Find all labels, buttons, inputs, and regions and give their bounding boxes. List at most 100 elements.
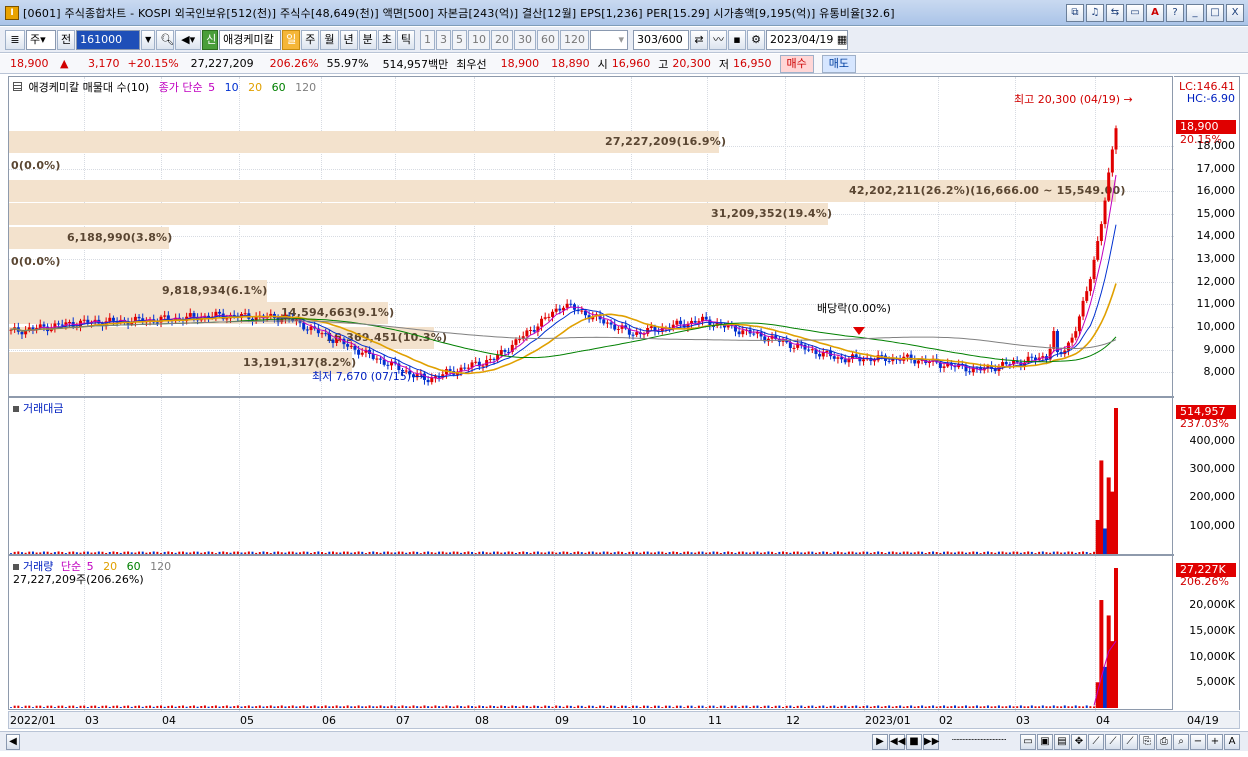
best-label: 최우선 [456, 57, 487, 71]
sell-button[interactable]: 매도 [821, 54, 857, 73]
chart-scrollbar[interactable]: ◀ ▶ ◀◀ ■ ▶▶ ┈┈┈┈┈┈┈┈┈ ▭ ▣ ▤ ✥ ⟋ ⟋ ⟋ ⎘ ⎙ … [0, 731, 1248, 751]
zoom-out-button[interactable]: − [1190, 734, 1206, 750]
scroll-left-button[interactable]: ◀ [6, 734, 20, 750]
trend-icon-2[interactable]: ⟋ [1105, 734, 1121, 750]
period-month[interactable]: 월 [320, 29, 339, 50]
prev-button[interactable]: 전 [57, 29, 76, 50]
volume-bar [269, 705, 272, 708]
stop-button[interactable]: ■ [906, 734, 922, 750]
volume-bar [28, 705, 31, 708]
trend-icon-3[interactable]: ⟋ [1122, 734, 1138, 750]
buy-button[interactable]: 매수 [779, 54, 814, 73]
zoom-icon[interactable]: ⌕ [1173, 734, 1189, 750]
interval-60[interactable]: 60 [537, 29, 559, 50]
trend-icon-1[interactable]: ⟋ [1088, 734, 1104, 750]
interval-3[interactable]: 3 [436, 29, 451, 50]
candle-body [1088, 279, 1092, 292]
zoom-slider[interactable]: ┈┈┈┈┈┈┈┈┈ [944, 734, 1014, 750]
minimize-button[interactable]: _ [1186, 4, 1204, 22]
period-day[interactable]: 일 [282, 29, 301, 50]
close-button[interactable]: X [1226, 4, 1244, 22]
x-label: 06 [322, 714, 336, 727]
chart-area[interactable]: 27,227,209(16.9%) 0(0.0%) 42,202,211(26.2%… [8, 76, 1174, 711]
candle-body [1030, 356, 1034, 358]
volume-plot [10, 567, 1118, 708]
volume-bar [372, 706, 375, 708]
volume-bar [280, 705, 283, 708]
volume-bar [774, 705, 777, 708]
view-icon-1[interactable]: ▭ [1020, 734, 1036, 750]
interval-10[interactable]: 10 [468, 29, 490, 50]
interval-custom-input[interactable]: ▾ [590, 29, 628, 50]
volume-bar [31, 707, 34, 708]
interval-120[interactable]: 120 [560, 29, 589, 50]
period-tick[interactable]: 틱 [396, 29, 415, 50]
candle-body [843, 359, 847, 363]
save-icon[interactable]: ▪ [728, 29, 746, 50]
volume-bar [888, 705, 891, 708]
volume-bar [200, 705, 203, 708]
volume-bar [291, 705, 294, 708]
candle-body [430, 377, 434, 383]
settings-icon[interactable]: ⚙ [747, 29, 765, 50]
date-input[interactable]: 2023/04/19 ▦ [766, 29, 848, 50]
volume-bar [463, 706, 466, 708]
volume-bar [123, 705, 126, 708]
ma-line-5 [10, 174, 1117, 380]
new-icon[interactable]: 신 [202, 29, 219, 50]
volume-bar [108, 706, 111, 708]
period-week[interactable]: 주 [301, 29, 320, 50]
help-button[interactable]: ? [1166, 4, 1184, 22]
volume-bar [829, 705, 832, 708]
play-button[interactable]: ▶ [872, 734, 888, 750]
volume-bar [686, 705, 689, 708]
period-year[interactable]: 년 [339, 29, 358, 50]
candle-body [631, 334, 635, 336]
volume-bar [646, 705, 649, 708]
sound-button[interactable]: ♫ [1086, 4, 1104, 22]
copy-icon[interactable]: ⎘ [1139, 734, 1155, 750]
candle-body [968, 371, 972, 373]
volume-bar [1060, 706, 1063, 708]
dropdown-icon[interactable]: ▼ [141, 29, 156, 50]
volume-bar [935, 706, 938, 708]
interval-20[interactable]: 20 [491, 29, 513, 50]
menu-icon[interactable]: ≣ [5, 29, 25, 50]
link-window-button[interactable]: ⧉ [1066, 4, 1084, 22]
volume-bar [719, 705, 722, 708]
arrows-icon[interactable]: ⇄ [690, 29, 708, 50]
stock-code-input[interactable]: 161000 [76, 29, 141, 50]
layout-button[interactable]: ▭ [1126, 4, 1144, 22]
chart-line-icon[interactable]: 〰 [709, 29, 727, 50]
change-pct: +20.15% [127, 57, 179, 70]
search-icon[interactable]: 🔍︎ [156, 29, 175, 50]
print-icon[interactable]: ⎙ [1156, 734, 1172, 750]
mode-select[interactable]: 주▾ [26, 29, 56, 50]
price-tick: 16,000 [1196, 184, 1236, 198]
stock-name-field[interactable]: 애경케미칼 [219, 29, 282, 50]
sync-button[interactable]: ⇆ [1106, 4, 1124, 22]
x-label: 12 [786, 714, 800, 727]
interval-1[interactable]: 1 [420, 29, 435, 50]
cross-icon[interactable]: ✥ [1071, 734, 1087, 750]
candle-body [569, 303, 573, 305]
view-icon-3[interactable]: ▤ [1054, 734, 1070, 750]
candle-body [68, 321, 72, 323]
font-button[interactable]: A [1146, 4, 1164, 22]
window-controls: ⧉ ♫ ⇆ ▭ A ? _ □ X [1066, 4, 1244, 22]
count-input[interactable]: 303/600 [633, 29, 689, 50]
interval-30[interactable]: 30 [514, 29, 536, 50]
zoom-in-button[interactable]: + [1207, 734, 1223, 750]
view-icon-2[interactable]: ▣ [1037, 734, 1053, 750]
period-minute[interactable]: 분 [358, 29, 377, 50]
font-size-button[interactable]: A [1224, 734, 1240, 750]
maximize-button[interactable]: □ [1206, 4, 1224, 22]
interval-5[interactable]: 5 [452, 29, 467, 50]
period-second[interactable]: 초 [377, 29, 396, 50]
rewind-button[interactable]: ◀◀ [889, 734, 905, 750]
candle-body [862, 359, 866, 362]
candle-body [335, 339, 339, 343]
forward-button[interactable]: ▶▶ [923, 734, 939, 750]
speaker-icon[interactable]: ◀▾ [175, 29, 202, 50]
volume-bar [357, 705, 360, 708]
